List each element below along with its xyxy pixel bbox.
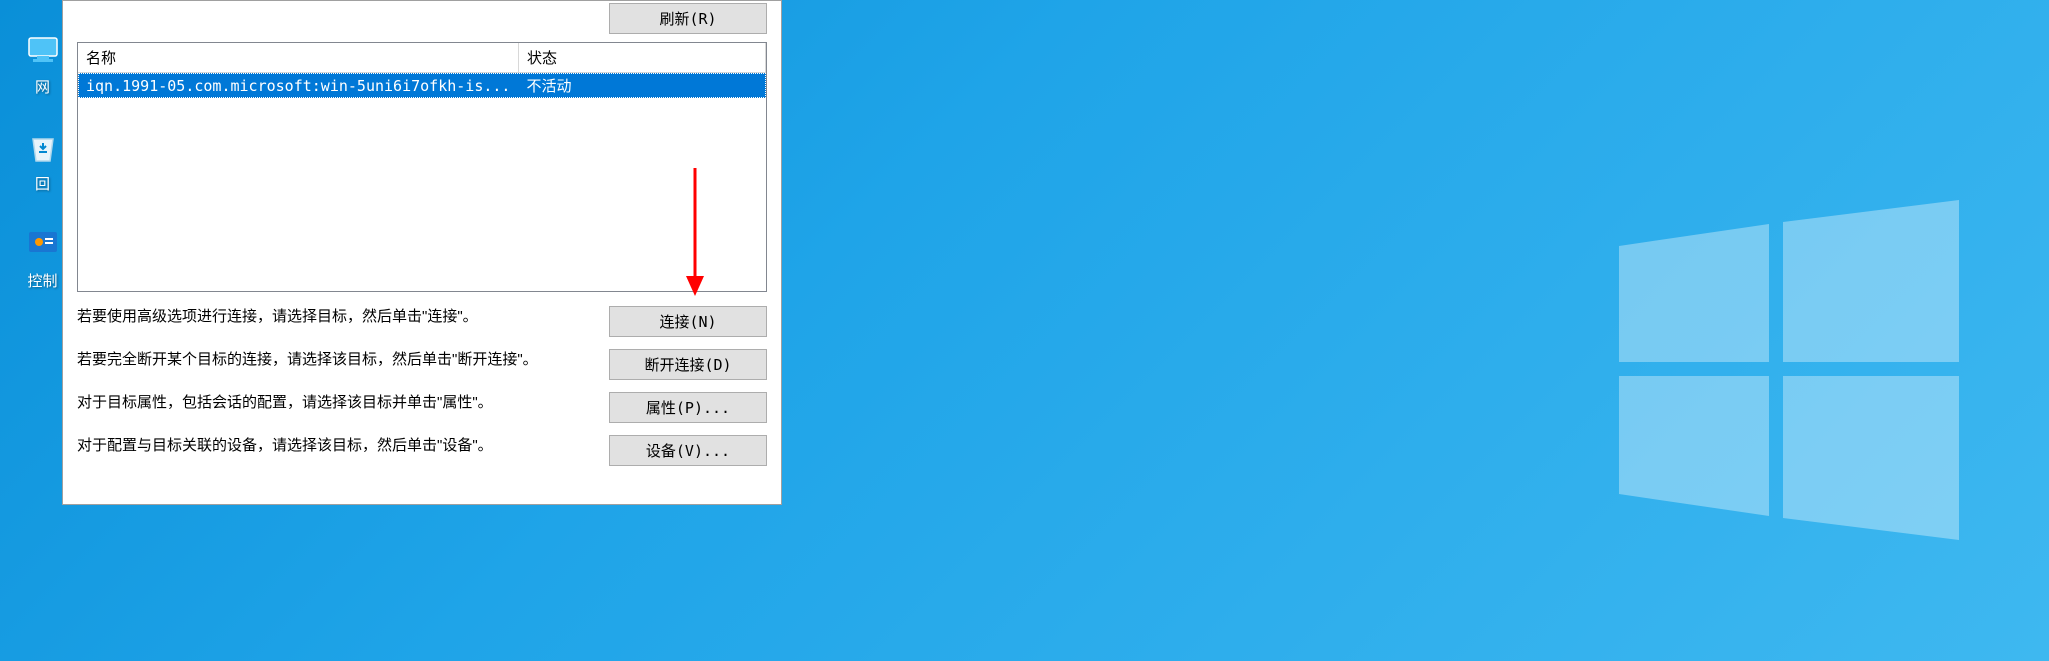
action-rows: 若要使用高级选项进行连接，请选择目标，然后单击"连接"。 连接(N) 若要完全断… [77,306,767,466]
desktop-icon-recycle-bin[interactable]: 回 [25,127,60,194]
recycle-bin-icon [23,127,63,167]
desktop-icon-network[interactable]: 网 [25,30,60,97]
connect-row: 若要使用高级选项进行连接，请选择目标，然后单击"连接"。 连接(N) [77,306,767,337]
disconnect-desc: 若要完全断开某个目标的连接，请选择该目标，然后单击"断开连接"。 [77,349,579,370]
desktop-icon-label: 网 [35,76,50,97]
properties-row: 对于目标属性，包括会话的配置，请选择该目标并单击"属性"。 属性(P)... [77,392,767,423]
connect-desc: 若要使用高级选项进行连接，请选择目标，然后单击"连接"。 [77,306,579,327]
targets-table-wrap: 名称 状态 iqn.1991-05.com.microsoft:win-5uni… [77,42,767,292]
windows-logo [1619,200,1959,540]
properties-desc: 对于目标属性，包括会话的配置，请选择该目标并单击"属性"。 [77,392,579,413]
disconnect-row: 若要完全断开某个目标的连接，请选择该目标，然后单击"断开连接"。 断开连接(D) [77,349,767,380]
col-name-header[interactable]: 名称 [78,43,518,73]
col-status-header[interactable]: 状态 [518,43,765,73]
connect-button[interactable]: 连接(N) [609,306,767,337]
devices-row: 对于配置与目标关联的设备，请选择该目标，然后单击"设备"。 设备(V)... [77,435,767,466]
cell-status: 不活动 [518,73,765,99]
top-button-row: 刷新(R) [77,1,767,42]
devices-button[interactable]: 设备(V)... [609,435,767,466]
desktop-icons: 网 回 控制 [25,30,60,291]
desktop-icon-control-panel[interactable]: 控制 [25,224,60,291]
cell-name: iqn.1991-05.com.microsoft:win-5uni6i7ofk… [78,73,518,99]
desktop-icon-label: 回 [35,173,50,194]
properties-button[interactable]: 属性(P)... [609,392,767,423]
network-icon [23,30,63,70]
iscsi-dialog: 刷新(R) 名称 状态 iqn.1991-05.com.microsoft:wi… [62,0,782,505]
desktop-icon-label: 控制 [27,270,57,291]
targets-table[interactable]: 名称 状态 iqn.1991-05.com.microsoft:win-5uni… [78,43,766,98]
devices-desc: 对于配置与目标关联的设备，请选择该目标，然后单击"设备"。 [77,435,579,456]
disconnect-button[interactable]: 断开连接(D) [609,349,767,380]
table-row[interactable]: iqn.1991-05.com.microsoft:win-5uni6i7ofk… [78,73,766,99]
refresh-button[interactable]: 刷新(R) [609,3,767,34]
control-panel-icon [23,224,63,264]
